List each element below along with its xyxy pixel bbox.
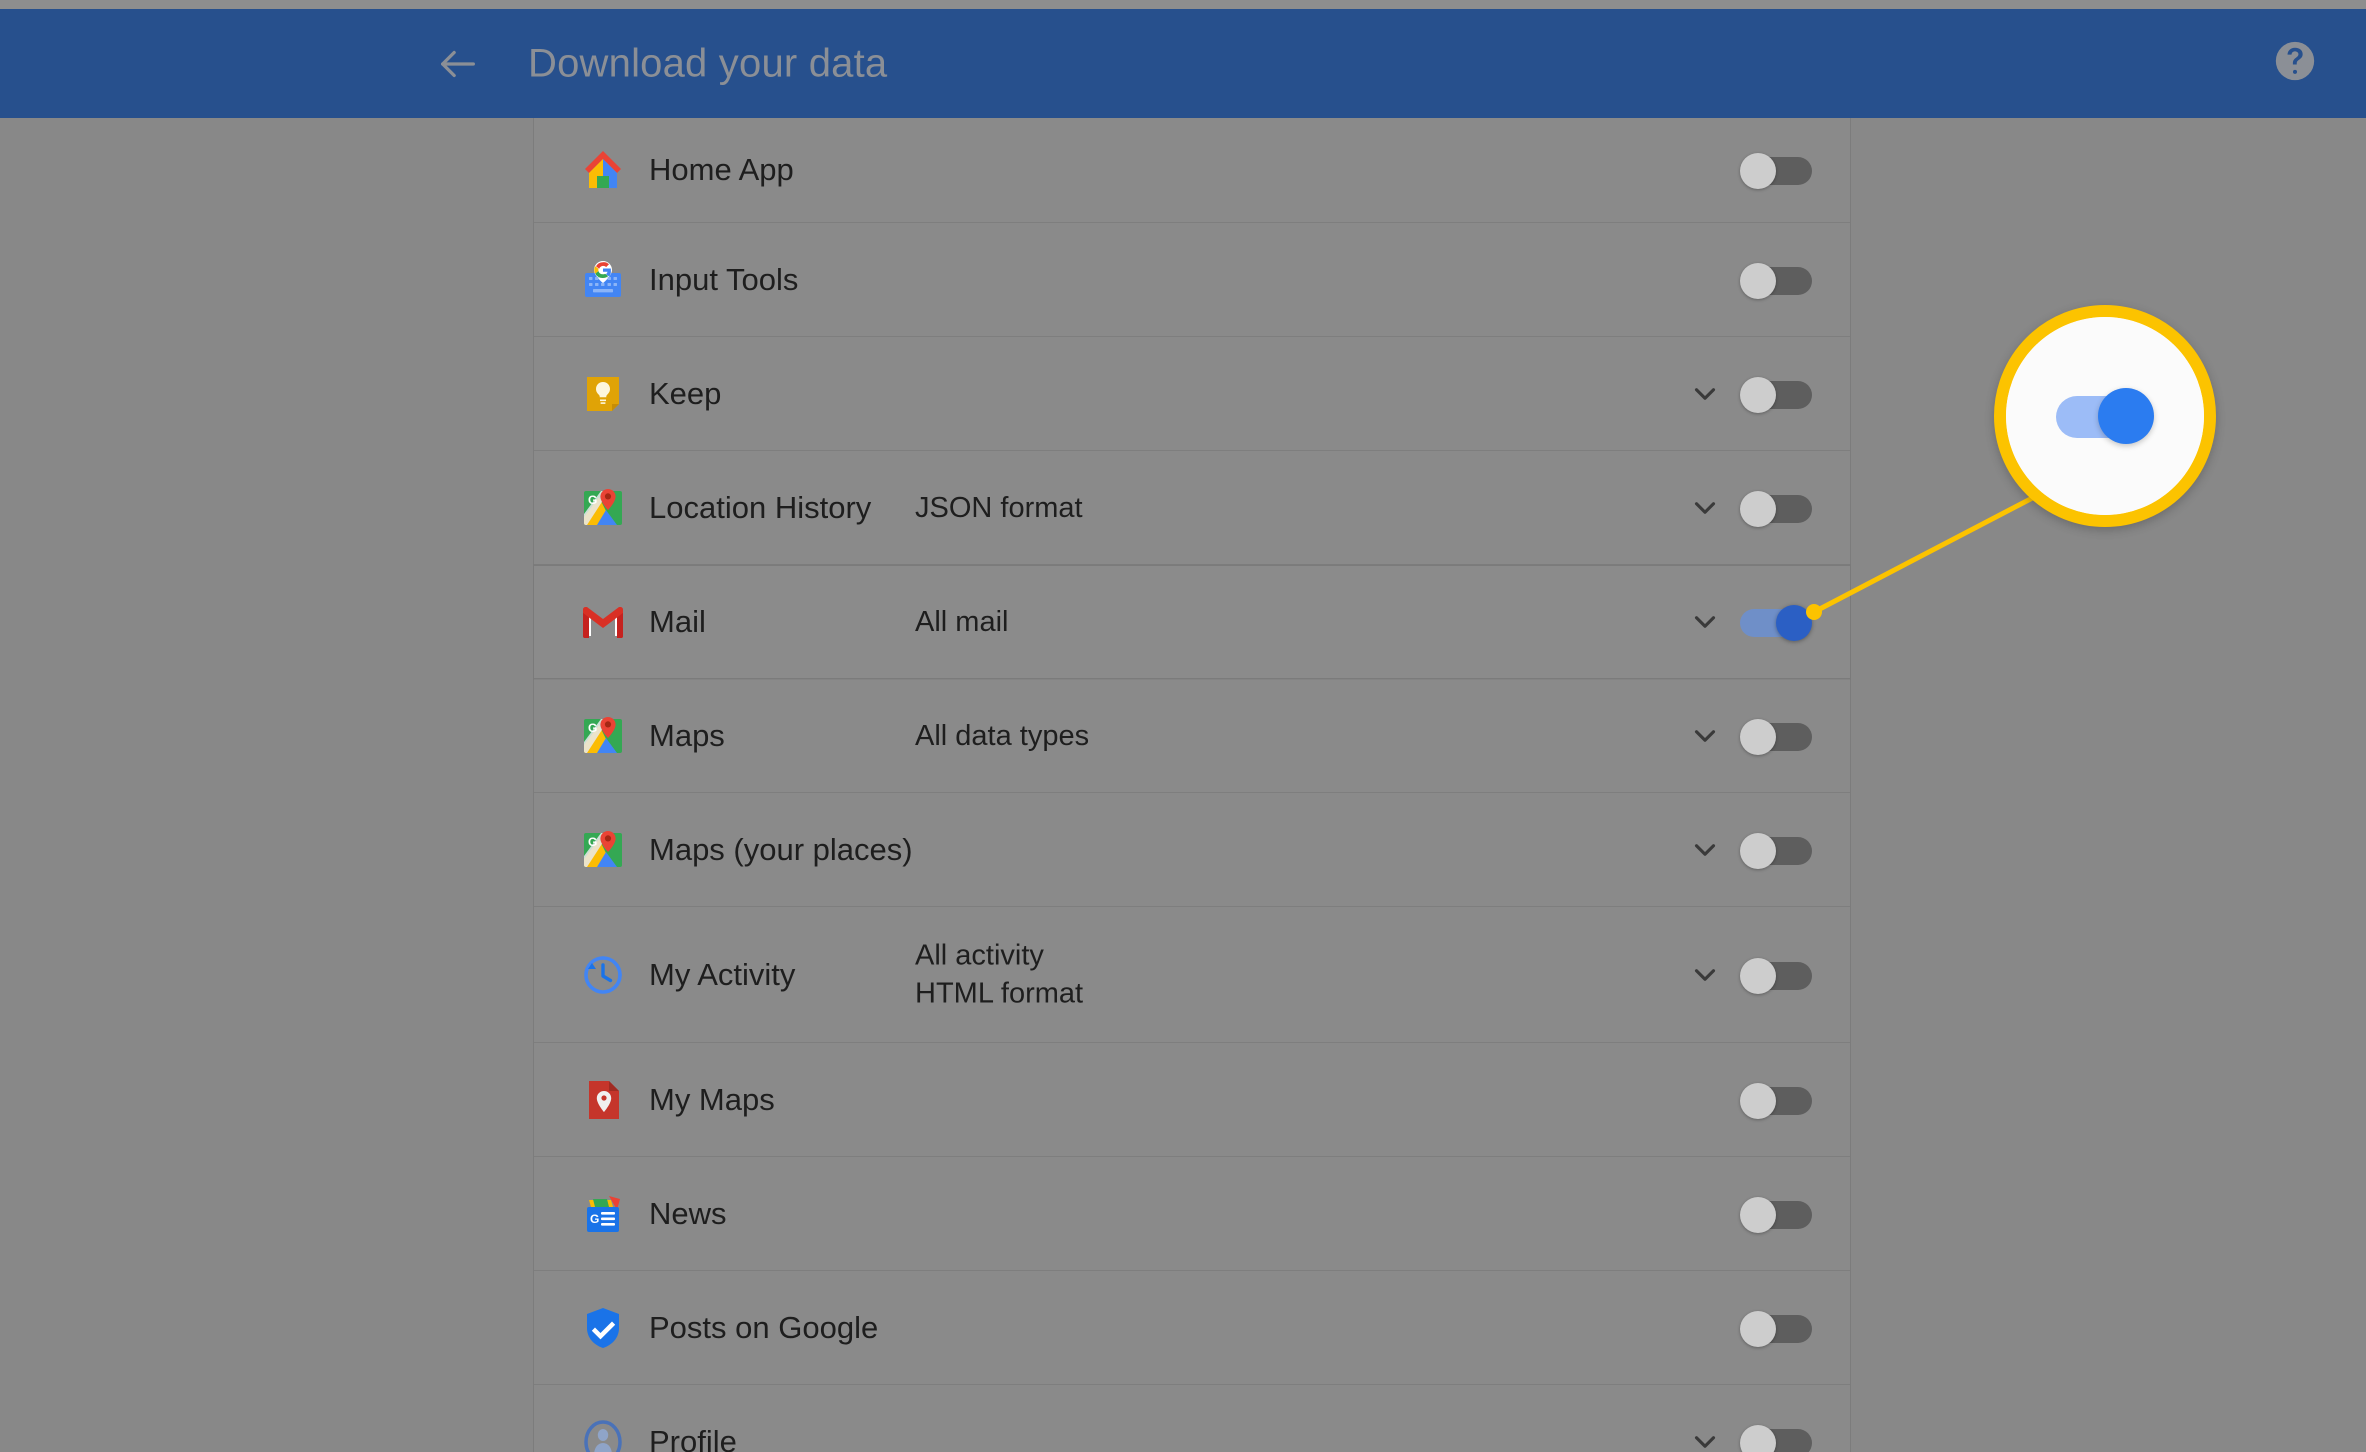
google-news-icon: G bbox=[579, 1190, 627, 1238]
product-name: Input Tools bbox=[649, 261, 799, 297]
google-home-icon bbox=[579, 146, 627, 194]
google-input-tools-icon bbox=[579, 256, 627, 304]
table-row[interactable]: Keep bbox=[534, 337, 1850, 451]
svg-text:G: G bbox=[588, 493, 597, 507]
product-name: Maps (your places) bbox=[649, 831, 913, 867]
table-row[interactable]: G Maps All data types bbox=[534, 679, 1850, 793]
toggle-knob bbox=[1740, 153, 1776, 189]
product-name: Profile bbox=[649, 1424, 737, 1452]
chevron-down-icon[interactable] bbox=[1688, 605, 1722, 639]
chevron-down-icon[interactable] bbox=[1688, 1425, 1722, 1452]
product-toggle[interactable] bbox=[1740, 718, 1812, 755]
toggle-knob bbox=[1740, 957, 1776, 994]
product-name: Home App bbox=[649, 152, 794, 187]
my-activity-icon bbox=[579, 951, 627, 999]
product-toggle[interactable] bbox=[1740, 376, 1812, 413]
help-button[interactable] bbox=[2269, 38, 2321, 90]
table-row[interactable]: G News bbox=[534, 1157, 1850, 1271]
product-description: All mail bbox=[915, 605, 1009, 638]
product-description: JSON format bbox=[915, 491, 1083, 524]
chevron-down-icon[interactable] bbox=[1688, 719, 1722, 753]
svg-text:G: G bbox=[588, 721, 597, 735]
table-row[interactable]: Home App bbox=[534, 118, 1850, 223]
google-keep-icon bbox=[579, 370, 627, 418]
table-row[interactable]: My Activity All activity HTML format bbox=[534, 907, 1850, 1043]
product-toggle[interactable] bbox=[1740, 1082, 1812, 1119]
product-name: Maps bbox=[649, 717, 725, 753]
product-name: Mail bbox=[649, 604, 706, 639]
product-toggle[interactable] bbox=[1740, 832, 1812, 869]
product-toggle[interactable] bbox=[1740, 153, 1812, 189]
my-maps-icon bbox=[579, 1076, 627, 1124]
products-card: Home App Input Tools Keep G Location His… bbox=[533, 118, 1851, 1452]
product-toggle[interactable] bbox=[1740, 262, 1812, 299]
product-description: All activity HTML format bbox=[915, 939, 1084, 1010]
product-name: My Activity bbox=[649, 956, 796, 992]
toggle-knob bbox=[1776, 605, 1812, 641]
toggle-knob bbox=[1740, 376, 1776, 413]
chevron-down-icon[interactable] bbox=[1688, 833, 1722, 867]
product-toggle[interactable] bbox=[1740, 957, 1812, 994]
product-toggle[interactable] bbox=[1740, 1196, 1812, 1233]
toggle-knob bbox=[1740, 832, 1776, 869]
page-body: Home App Input Tools Keep G Location His… bbox=[0, 118, 2366, 1452]
app-bar: Download your data bbox=[0, 9, 2366, 118]
product-name: My Maps bbox=[649, 1081, 775, 1117]
top-strip bbox=[0, 0, 2366, 9]
svg-text:G: G bbox=[588, 835, 597, 849]
table-row[interactable]: G Location History JSON format bbox=[534, 451, 1850, 565]
product-toggle[interactable] bbox=[1740, 1310, 1812, 1347]
posts-on-google-icon bbox=[579, 1304, 627, 1352]
product-name: Keep bbox=[649, 375, 722, 411]
toggle-knob bbox=[1740, 1082, 1776, 1119]
mail-toggle[interactable] bbox=[1740, 605, 1812, 641]
help-circle-icon bbox=[2272, 38, 2318, 89]
product-description: All data types bbox=[915, 719, 1090, 752]
arrow-left-icon bbox=[435, 41, 481, 87]
toggle-knob bbox=[1740, 490, 1776, 527]
product-name: Location History bbox=[649, 489, 872, 525]
chevron-down-icon[interactable] bbox=[1688, 377, 1722, 411]
table-row[interactable]: G Maps (your places) bbox=[534, 793, 1850, 907]
page-title: Download your data bbox=[528, 41, 888, 85]
google-maps-icon: G bbox=[579, 712, 627, 760]
table-row-mail[interactable]: Mail All mail bbox=[534, 565, 1850, 679]
product-name: News bbox=[649, 1195, 727, 1231]
back-button[interactable] bbox=[432, 38, 484, 90]
toggle-knob bbox=[1740, 1196, 1776, 1233]
chevron-down-icon[interactable] bbox=[1688, 958, 1722, 992]
gmail-icon bbox=[579, 598, 627, 646]
google-maps-icon: G bbox=[579, 826, 627, 874]
table-row[interactable]: My Maps bbox=[534, 1043, 1850, 1157]
table-row[interactable]: Profile bbox=[534, 1385, 1850, 1452]
profile-icon bbox=[579, 1418, 627, 1452]
product-toggle[interactable] bbox=[1740, 490, 1812, 527]
table-row[interactable]: Posts on Google bbox=[534, 1271, 1850, 1385]
svg-text:G: G bbox=[590, 1212, 599, 1226]
toggle-knob bbox=[1740, 262, 1776, 299]
screenshot-root: Download your data Home App Input Tools … bbox=[0, 0, 2366, 1452]
toggle-knob bbox=[1740, 1310, 1776, 1347]
google-maps-icon: G bbox=[579, 484, 627, 532]
product-name: Posts on Google bbox=[649, 1309, 879, 1345]
product-toggle[interactable] bbox=[1740, 1425, 1812, 1452]
chevron-down-icon[interactable] bbox=[1688, 491, 1722, 525]
toggle-knob bbox=[1740, 718, 1776, 755]
table-row[interactable]: Input Tools bbox=[534, 223, 1850, 337]
